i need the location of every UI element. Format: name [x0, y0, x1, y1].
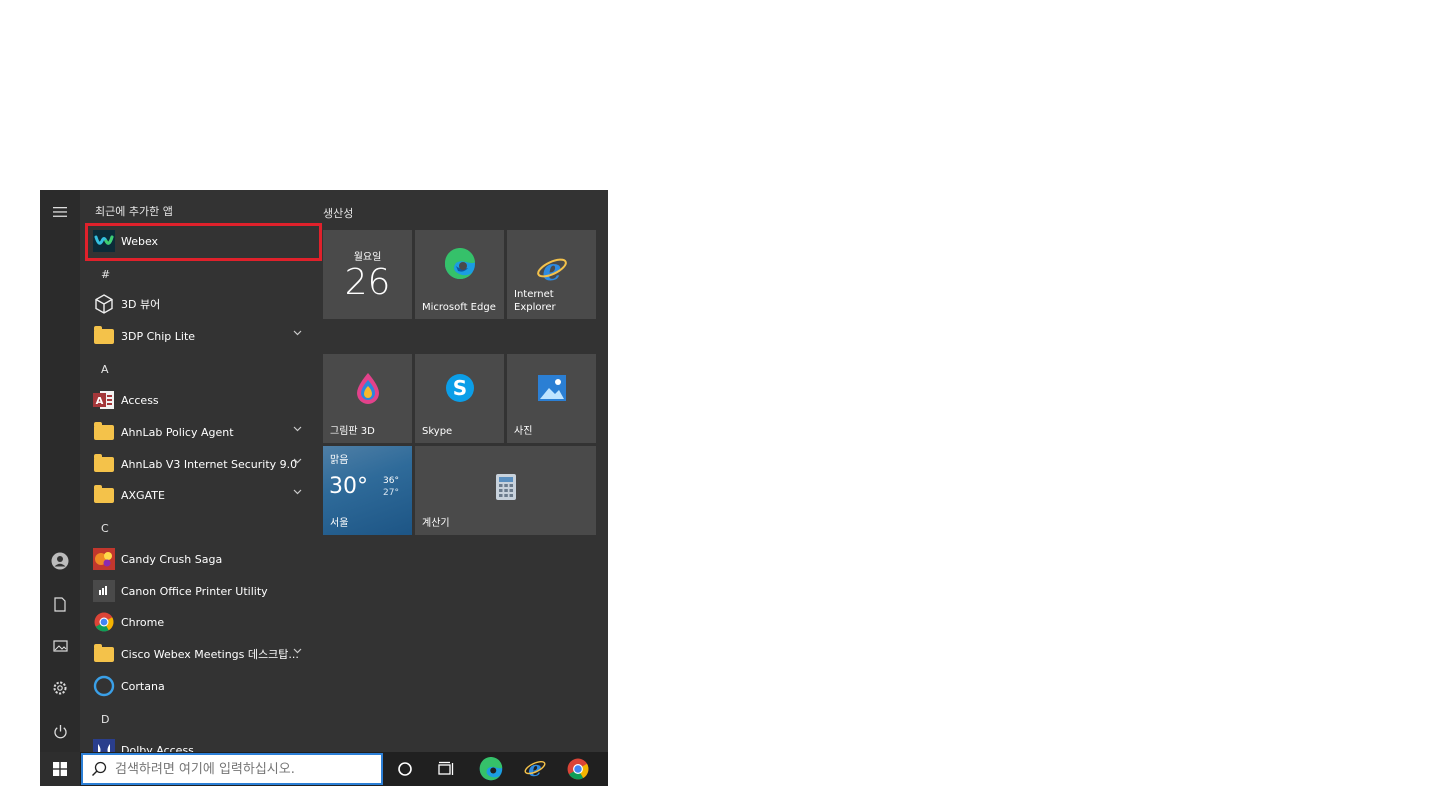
- app-label: Candy Crush Saga: [121, 552, 223, 566]
- app-item-dolby-access[interactable]: Dolby Access: [85, 735, 310, 752]
- tile-label: Microsoft Edge: [422, 302, 496, 313]
- cortana-circle-icon[interactable]: [392, 756, 418, 782]
- group-header-hash[interactable]: #: [101, 268, 110, 281]
- photos-icon: [537, 374, 566, 405]
- tile-paint-3d[interactable]: 그림판 3D: [323, 354, 412, 443]
- app-item-3d-viewer[interactable]: 3D 뷰어: [85, 289, 310, 319]
- tile-microsoft-edge[interactable]: Microsoft Edge: [415, 230, 504, 319]
- chevron-down-icon[interactable]: [293, 458, 302, 464]
- start-button[interactable]: [40, 752, 80, 786]
- chevron-down-icon[interactable]: [293, 330, 302, 336]
- tile-internet-explorer[interactable]: e Internet Explorer: [507, 230, 596, 319]
- group-header-a[interactable]: A: [101, 363, 109, 376]
- windows-logo-icon: [53, 762, 67, 776]
- calculator-icon: [495, 473, 516, 504]
- internet-explorer-icon: e: [535, 253, 569, 290]
- candy-crush-icon: [93, 548, 115, 570]
- edge-icon: [444, 247, 476, 284]
- task-view-icon[interactable]: [434, 756, 460, 782]
- tile-label: 그림판 3D: [330, 426, 375, 437]
- app-item-cortana[interactable]: Cortana: [85, 671, 310, 701]
- chevron-down-icon[interactable]: [293, 648, 302, 654]
- taskbar-internet-explorer-icon[interactable]: e: [522, 756, 548, 782]
- left-rail: [40, 190, 80, 752]
- taskbar: e: [40, 752, 608, 786]
- start-menu: 최근에 추가한 앱 Webex # 3D 뷰어 3DP Chip Lite A …: [40, 190, 608, 752]
- folder-icon: [93, 643, 115, 665]
- svg-text:S: S: [452, 376, 466, 400]
- dolby-icon: [93, 739, 115, 752]
- app-label: 3DP Chip Lite: [121, 329, 196, 343]
- app-item-chrome[interactable]: Chrome: [85, 607, 310, 637]
- weather-high: 36°: [383, 476, 399, 486]
- documents-icon[interactable]: [48, 592, 72, 616]
- taskbar-edge-icon[interactable]: [478, 756, 504, 782]
- recently-added-header: 최근에 추가한 앱: [95, 205, 173, 218]
- app-label: AXGATE: [121, 488, 165, 502]
- app-label: AhnLab V3 Internet Security 9.0: [121, 457, 298, 471]
- cube-icon: [93, 293, 115, 315]
- skype-icon: S: [445, 373, 475, 407]
- app-item-axgate[interactable]: AXGATE: [85, 480, 310, 510]
- svg-text:e: e: [528, 757, 541, 781]
- paint-3d-icon: [355, 372, 381, 408]
- chrome-icon: [93, 611, 115, 633]
- tile-calculator[interactable]: 계산기: [415, 446, 596, 535]
- calendar-day: 26: [344, 262, 391, 303]
- tile-label: 사진: [514, 426, 533, 437]
- pictures-icon[interactable]: [48, 634, 72, 658]
- tile-label: Internet Explorer: [514, 289, 556, 313]
- app-item-cisco-webex-meetings[interactable]: Cisco Webex Meetings 데스크탑...: [85, 639, 310, 669]
- taskbar-chrome-icon[interactable]: [565, 756, 591, 782]
- settings-gear-icon[interactable]: [48, 676, 72, 700]
- folder-icon: [93, 484, 115, 506]
- weather-city: 서울: [330, 518, 349, 529]
- weather-condition: 맑음: [330, 455, 349, 466]
- weather-low: 27°: [383, 488, 399, 498]
- app-label: Chrome: [121, 615, 165, 629]
- app-item-canon-utility[interactable]: Canon Office Printer Utility: [85, 576, 310, 606]
- access-icon: A: [93, 389, 115, 411]
- tile-label: Skype: [422, 426, 453, 437]
- app-label: Cortana: [121, 679, 165, 693]
- tile-skype[interactable]: S Skype: [415, 354, 504, 443]
- app-label: 3D 뷰어: [121, 298, 161, 311]
- tile-photos[interactable]: 사진: [507, 354, 596, 443]
- folder-icon: [93, 325, 115, 347]
- app-label: Dolby Access: [121, 743, 194, 753]
- group-header-c[interactable]: C: [101, 522, 109, 535]
- search-input[interactable]: [115, 761, 375, 777]
- app-label: Cisco Webex Meetings 데스크탑...: [121, 648, 299, 661]
- tile-weather[interactable]: 맑음 30° 36° 27° 서울: [323, 446, 412, 535]
- hamburger-menu-icon[interactable]: [48, 200, 72, 224]
- group-header-d[interactable]: D: [101, 713, 109, 726]
- canon-icon: [93, 580, 115, 602]
- app-item-access[interactable]: A Access: [85, 385, 310, 415]
- app-item-ahnlab-v3[interactable]: AhnLab V3 Internet Security 9.0: [85, 449, 310, 479]
- taskbar-search-box[interactable]: [81, 753, 383, 785]
- folder-icon: [93, 421, 115, 443]
- weather-temperature: 30°: [329, 474, 368, 499]
- power-icon[interactable]: [48, 719, 72, 743]
- calendar-weekday: 월요일: [353, 252, 382, 263]
- app-item-ahnlab-policy-agent[interactable]: AhnLab Policy Agent: [85, 417, 310, 447]
- chevron-down-icon[interactable]: [293, 426, 302, 432]
- svg-text:A: A: [96, 396, 104, 407]
- folder-icon: [93, 453, 115, 475]
- tile-label: 계산기: [422, 518, 450, 529]
- chevron-down-icon[interactable]: [293, 489, 302, 495]
- app-label: AhnLab Policy Agent: [121, 425, 234, 439]
- webex-highlight-box: [85, 223, 322, 261]
- app-item-3dp-chip-lite[interactable]: 3DP Chip Lite: [85, 321, 310, 351]
- tile-calendar[interactable]: 월요일 26: [323, 230, 412, 319]
- user-account-icon[interactable]: [48, 549, 72, 573]
- app-item-candy-crush[interactable]: Candy Crush Saga: [85, 544, 310, 574]
- search-icon: [92, 761, 107, 776]
- tiles-area: 생산성 월요일 26 Microsoft Edge e Internet Exp…: [323, 190, 608, 752]
- app-list: 최근에 추가한 앱 Webex # 3D 뷰어 3DP Chip Lite A …: [85, 190, 310, 752]
- app-label: Access: [121, 393, 159, 407]
- app-label: Canon Office Printer Utility: [121, 584, 268, 598]
- cortana-icon: [93, 675, 115, 697]
- productivity-group-header[interactable]: 생산성: [323, 205, 353, 221]
